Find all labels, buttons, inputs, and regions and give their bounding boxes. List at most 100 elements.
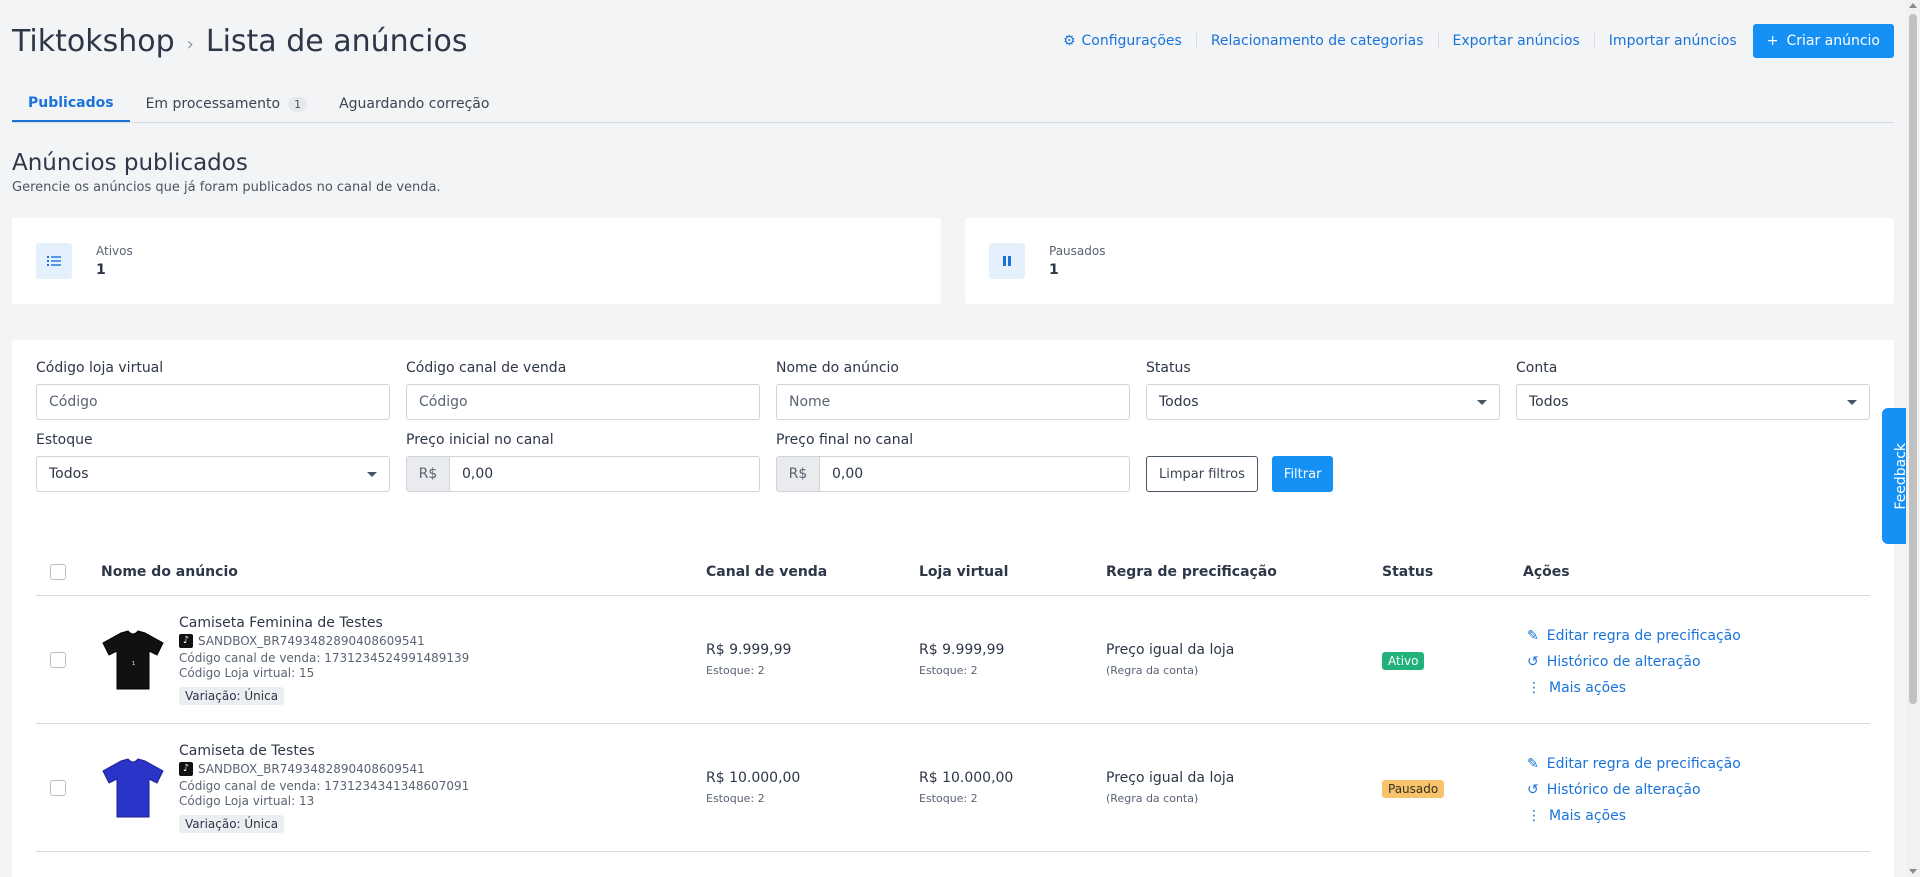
code-channel-input[interactable]: Código: [406, 384, 760, 420]
create-listing-button[interactable]: + Criar anúncio: [1752, 24, 1894, 58]
name-label: Nome do anúncio: [776, 360, 899, 376]
config-link[interactable]: ⚙ Configurações: [1049, 33, 1197, 49]
category-mapping-link[interactable]: Relacionamento de categorias: [1197, 33, 1439, 49]
price-end-label: Preço final no canal: [776, 432, 914, 448]
store-stock: Estoque: 2: [919, 664, 978, 677]
edit-icon: ✎: [1527, 755, 1539, 772]
stat-paused-card: Pausados 1: [965, 218, 1894, 304]
change-history-label: Histórico de alteração: [1546, 653, 1701, 670]
tiktok-icon: ♪: [179, 761, 193, 776]
account-select[interactable]: Todos: [1516, 384, 1870, 420]
variation-badge: Variação: Única: [179, 686, 285, 705]
pricing-rule-note: (Regra da conta): [1106, 792, 1199, 805]
table-row: 1 Camiseta Feminina de Testes ♪ SANDBOX_…: [36, 596, 1870, 724]
stock-label: Estoque: [36, 432, 93, 448]
col-status: Status: [1382, 563, 1434, 580]
breadcrumb-separator-icon: ›: [186, 33, 194, 55]
product-sku: SANDBOX_BR7493482890408609541: [198, 633, 425, 648]
tab-awaiting[interactable]: Aguardando correção: [323, 96, 505, 122]
status-select-value: Todos: [1159, 394, 1199, 410]
create-listing-label: Criar anúncio: [1786, 33, 1880, 49]
channel-price: R$ 10.000,00: [706, 770, 801, 786]
row-checkbox[interactable]: [50, 651, 66, 668]
scroll-down-icon[interactable]: [1909, 869, 1917, 874]
currency-prefix: R$: [777, 457, 820, 491]
listings-table: Nome do anúncio Canal de venda Loja virt…: [36, 548, 1870, 852]
filter-button[interactable]: Filtrar: [1271, 456, 1334, 492]
change-history-button[interactable]: ↺ Histórico de alteração: [1527, 782, 1870, 798]
code-store-input[interactable]: Código: [36, 384, 390, 420]
scrollbar-thumb[interactable]: [1909, 14, 1917, 704]
filter-row-2: Estoque Todos Preço inicial no canal R$ …: [36, 432, 1870, 492]
history-icon: ↺: [1527, 781, 1539, 798]
page-header: Tiktokshop › Lista de anúncios ⚙ Configu…: [12, 0, 1894, 82]
more-actions-label: Mais ações: [1549, 807, 1627, 824]
row-checkbox[interactable]: [50, 779, 66, 796]
change-history-button[interactable]: ↺ Histórico de alteração: [1527, 654, 1870, 670]
price-end-input[interactable]: R$ 0,00: [776, 456, 1130, 492]
channel-stock: Estoque: 2: [706, 664, 765, 677]
stat-paused-label: Pausados: [1049, 244, 1106, 258]
chevron-down-icon: [1477, 399, 1487, 405]
more-actions-button[interactable]: ⋮ Mais ações: [1527, 808, 1870, 824]
edit-pricing-rule-label: Editar regra de precificação: [1546, 755, 1741, 772]
config-link-label: Configurações: [1081, 33, 1182, 49]
price-start-input[interactable]: R$ 0,00: [406, 456, 760, 492]
pause-icon: [989, 243, 1025, 279]
product-thumbnail: 1: [101, 628, 165, 692]
store-price: R$ 9.999,99: [919, 642, 1005, 658]
variation-badge: Variação: Única: [179, 814, 285, 833]
channel-price: R$ 9.999,99: [706, 642, 792, 658]
name-input[interactable]: Nome: [776, 384, 1130, 420]
col-actions: Ações: [1523, 563, 1570, 580]
col-name: Nome do anúncio: [101, 563, 238, 580]
stat-active-label: Ativos: [96, 244, 133, 258]
product-channel-code: Código canal de venda: 17312343413486070…: [179, 778, 470, 793]
vertical-dots-icon: ⋮: [1527, 807, 1541, 824]
clear-filters-button[interactable]: Limpar filtros: [1146, 456, 1258, 492]
scroll-up-icon[interactable]: [1909, 3, 1917, 8]
tab-processing-count: 1: [288, 96, 308, 112]
product-thumbnail: [101, 756, 165, 820]
stock-select[interactable]: Todos: [36, 456, 390, 492]
select-all-checkbox[interactable]: [50, 563, 66, 580]
export-link[interactable]: Exportar anúncios: [1439, 33, 1595, 49]
tab-processing[interactable]: Em processamento 1: [130, 96, 324, 122]
more-actions-label: Mais ações: [1549, 679, 1627, 696]
more-actions-button[interactable]: ⋮ Mais ações: [1527, 680, 1870, 696]
svg-text:1: 1: [132, 661, 135, 667]
product-title[interactable]: Camiseta Feminina de Testes: [179, 615, 469, 631]
change-history-label: Histórico de alteração: [1546, 781, 1701, 798]
import-link[interactable]: Importar anúncios: [1595, 33, 1751, 49]
code-channel-label: Código canal de venda: [406, 360, 567, 376]
tab-published[interactable]: Publicados: [12, 95, 130, 122]
status-select[interactable]: Todos: [1146, 384, 1500, 420]
stat-active-value: 1: [96, 262, 106, 278]
product-title[interactable]: Camiseta de Testes: [179, 743, 469, 759]
plus-icon: +: [1766, 33, 1779, 49]
chevron-down-icon: [367, 471, 377, 477]
edit-pricing-rule-button[interactable]: ✎ Editar regra de precificação: [1527, 756, 1870, 772]
price-end-value: 0,00: [832, 466, 864, 482]
col-store: Loja virtual: [919, 563, 1009, 580]
table-header: Nome do anúncio Canal de venda Loja virt…: [36, 548, 1870, 596]
edit-icon: ✎: [1527, 627, 1539, 644]
stats-row: Ativos 1 Pausados 1: [12, 218, 1894, 304]
store-price: R$ 10.000,00: [919, 770, 1014, 786]
status-label: Status: [1146, 360, 1191, 376]
tab-bar: Publicados Em processamento 1 Aguardando…: [12, 82, 1894, 123]
tab-processing-label: Em processamento: [145, 96, 281, 112]
status-badge: Ativo: [1382, 651, 1425, 670]
edit-pricing-rule-button[interactable]: ✎ Editar regra de precificação: [1527, 628, 1870, 644]
filter-row-1: Código loja virtual Código Código canal …: [36, 360, 1870, 420]
scrollbar[interactable]: [1906, 0, 1920, 877]
page-title: Lista de anúncios: [205, 23, 468, 59]
history-icon: ↺: [1527, 653, 1539, 670]
account-label: Conta: [1516, 360, 1558, 376]
edit-pricing-rule-label: Editar regra de precificação: [1546, 627, 1741, 644]
stat-paused-value: 1: [1049, 262, 1059, 278]
store-stock: Estoque: 2: [919, 792, 978, 805]
breadcrumb-store[interactable]: Tiktokshop: [12, 24, 175, 59]
list-icon: [36, 243, 72, 279]
section-title: Anúncios publicados: [12, 150, 248, 176]
